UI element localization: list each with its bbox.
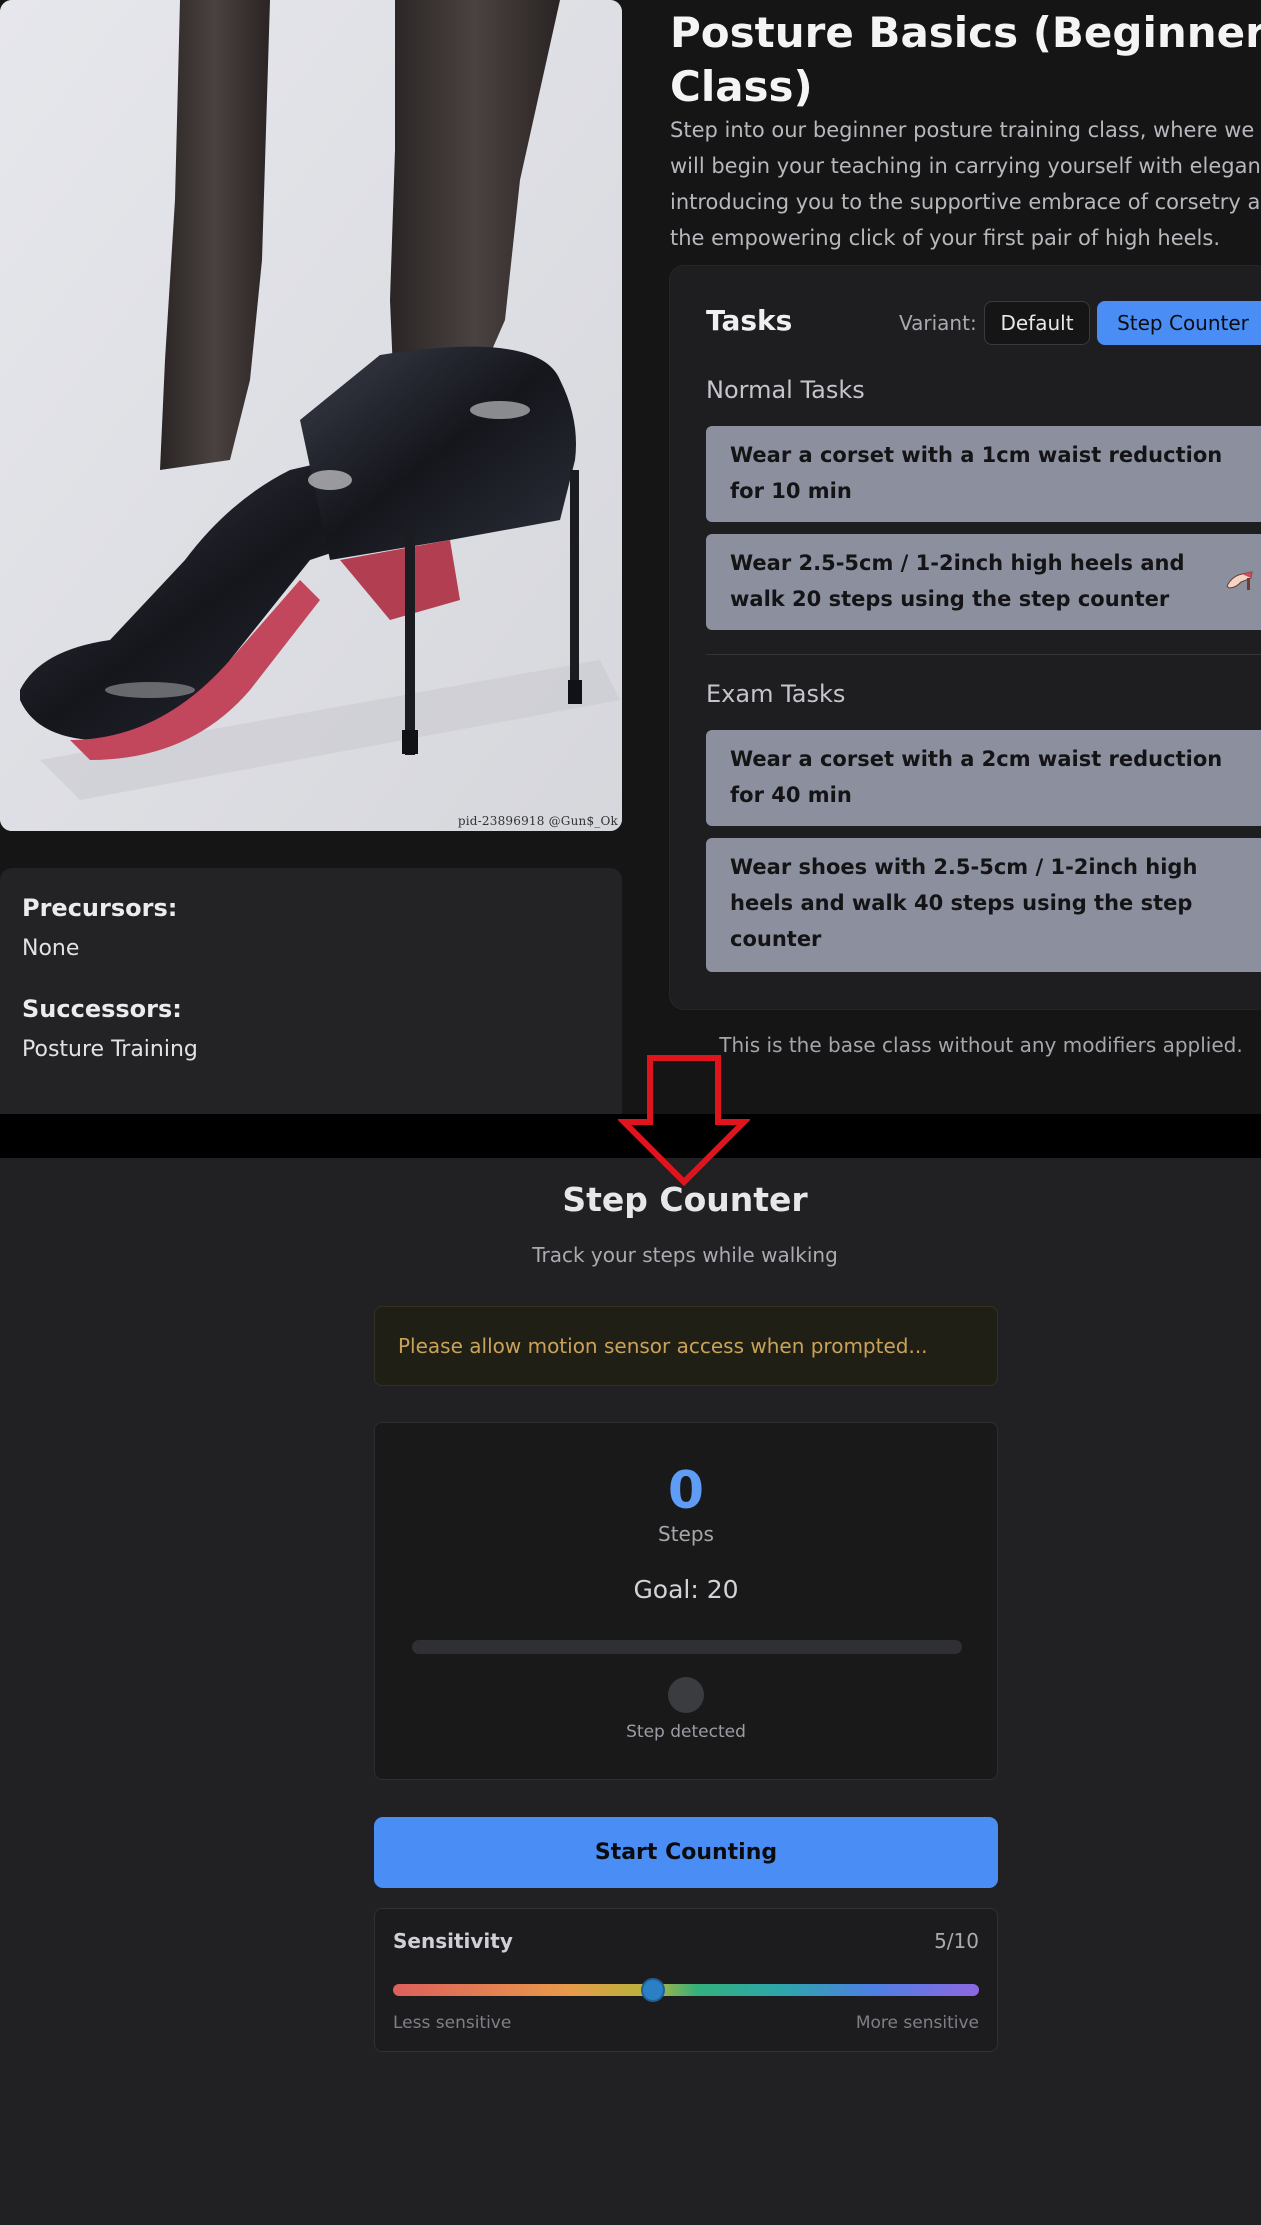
normal-tasks-title: Normal Tasks — [706, 376, 865, 404]
task-label: Wear a corset with a 1cm waist reduction… — [730, 443, 1223, 503]
exam-tasks-title: Exam Tasks — [706, 680, 846, 708]
sensitivity-label: Sensitivity — [393, 1929, 513, 1953]
image-watermark: pid-23896918 @Gun$_Ok — [457, 814, 618, 828]
successors-heading: Successors: — [22, 995, 182, 1023]
base-class-note: This is the base class without any modif… — [719, 1033, 1243, 1057]
class-description: Step into our beginner posture training … — [670, 112, 1261, 256]
task-item[interactable]: Wear a corset with a 2cm waist reduction… — [706, 730, 1261, 826]
high-heel-icon[interactable] — [1224, 564, 1256, 607]
task-label: Wear 2.5-5cm / 1-2inch high heels and wa… — [730, 551, 1185, 611]
task-label: Wear a corset with a 2cm waist reduction… — [730, 747, 1223, 807]
page-title: Posture Basics (Beginner Class) — [670, 8, 1261, 111]
step-counter-title: Step Counter — [562, 1180, 808, 1219]
more-sensitive-label: More sensitive — [855, 2013, 979, 2033]
task-item[interactable]: Wear shoes with 2.5-5cm / 1-2inch high h… — [706, 838, 1261, 972]
less-sensitive-label: Less sensitive — [393, 2013, 512, 2033]
goal-text: Goal: 20 — [633, 1575, 739, 1604]
down-arrow-icon — [618, 1055, 750, 1186]
successors-link[interactable]: Posture Training — [22, 1037, 600, 1062]
description-line: Step into our beginner posture training … — [670, 118, 1255, 142]
variant-step-counter-button[interactable]: Step Counter — [1097, 301, 1261, 345]
description-line: the empowering click of your first pair … — [670, 226, 1221, 250]
relations-card: Precursors: None Successors: Posture Tra… — [0, 868, 622, 1114]
high-heels-illustration — [0, 0, 622, 831]
step-counter-panel: 0 Steps Goal: 20 Step detected — [374, 1422, 998, 1780]
sensitivity-card: Sensitivity 5/10 Less sensitive More sen… — [374, 1908, 998, 2052]
step-indicator — [668, 1677, 704, 1713]
task-item[interactable]: Wear a corset with a 1cm waist reduction… — [706, 426, 1261, 522]
step-counter-subtitle: Track your steps while walking — [532, 1243, 838, 1267]
task-item[interactable]: Wear 2.5-5cm / 1-2inch high heels and wa… — [706, 534, 1261, 630]
sensitivity-slider-thumb[interactable] — [641, 1978, 666, 2002]
step-count: 0 — [667, 1461, 705, 1521]
tasks-card: Tasks Variant: Default Step Counter Norm… — [670, 266, 1261, 1009]
class-detail-section: pid-23896918 @Gun$_Ok Precursors: None S… — [0, 0, 1261, 1114]
step-detected-label: Step detected — [626, 1722, 746, 1742]
progress-bar — [412, 1640, 962, 1654]
task-label: Wear shoes with 2.5-5cm / 1-2inch high h… — [730, 855, 1198, 951]
class-image: pid-23896918 @Gun$_Ok — [0, 0, 622, 831]
steps-label: Steps — [658, 1522, 714, 1546]
sensitivity-slider[interactable] — [393, 1984, 979, 1996]
sensitivity-value: 5/10 — [934, 1929, 979, 1953]
description-line: will begin your teaching in carrying you… — [670, 154, 1261, 178]
start-counting-button[interactable]: Start Counting — [374, 1817, 998, 1888]
precursors-heading: Precursors: — [22, 894, 178, 922]
variant-label: Variant: — [899, 311, 977, 335]
precursors-value: None — [22, 936, 80, 961]
permission-alert: Please allow motion sensor access when p… — [374, 1306, 998, 1386]
variant-default-button[interactable]: Default — [984, 301, 1090, 345]
tasks-title: Tasks — [706, 304, 793, 337]
section-divider — [706, 654, 1261, 655]
description-line: introducing you to the supportive embrac… — [670, 190, 1261, 214]
